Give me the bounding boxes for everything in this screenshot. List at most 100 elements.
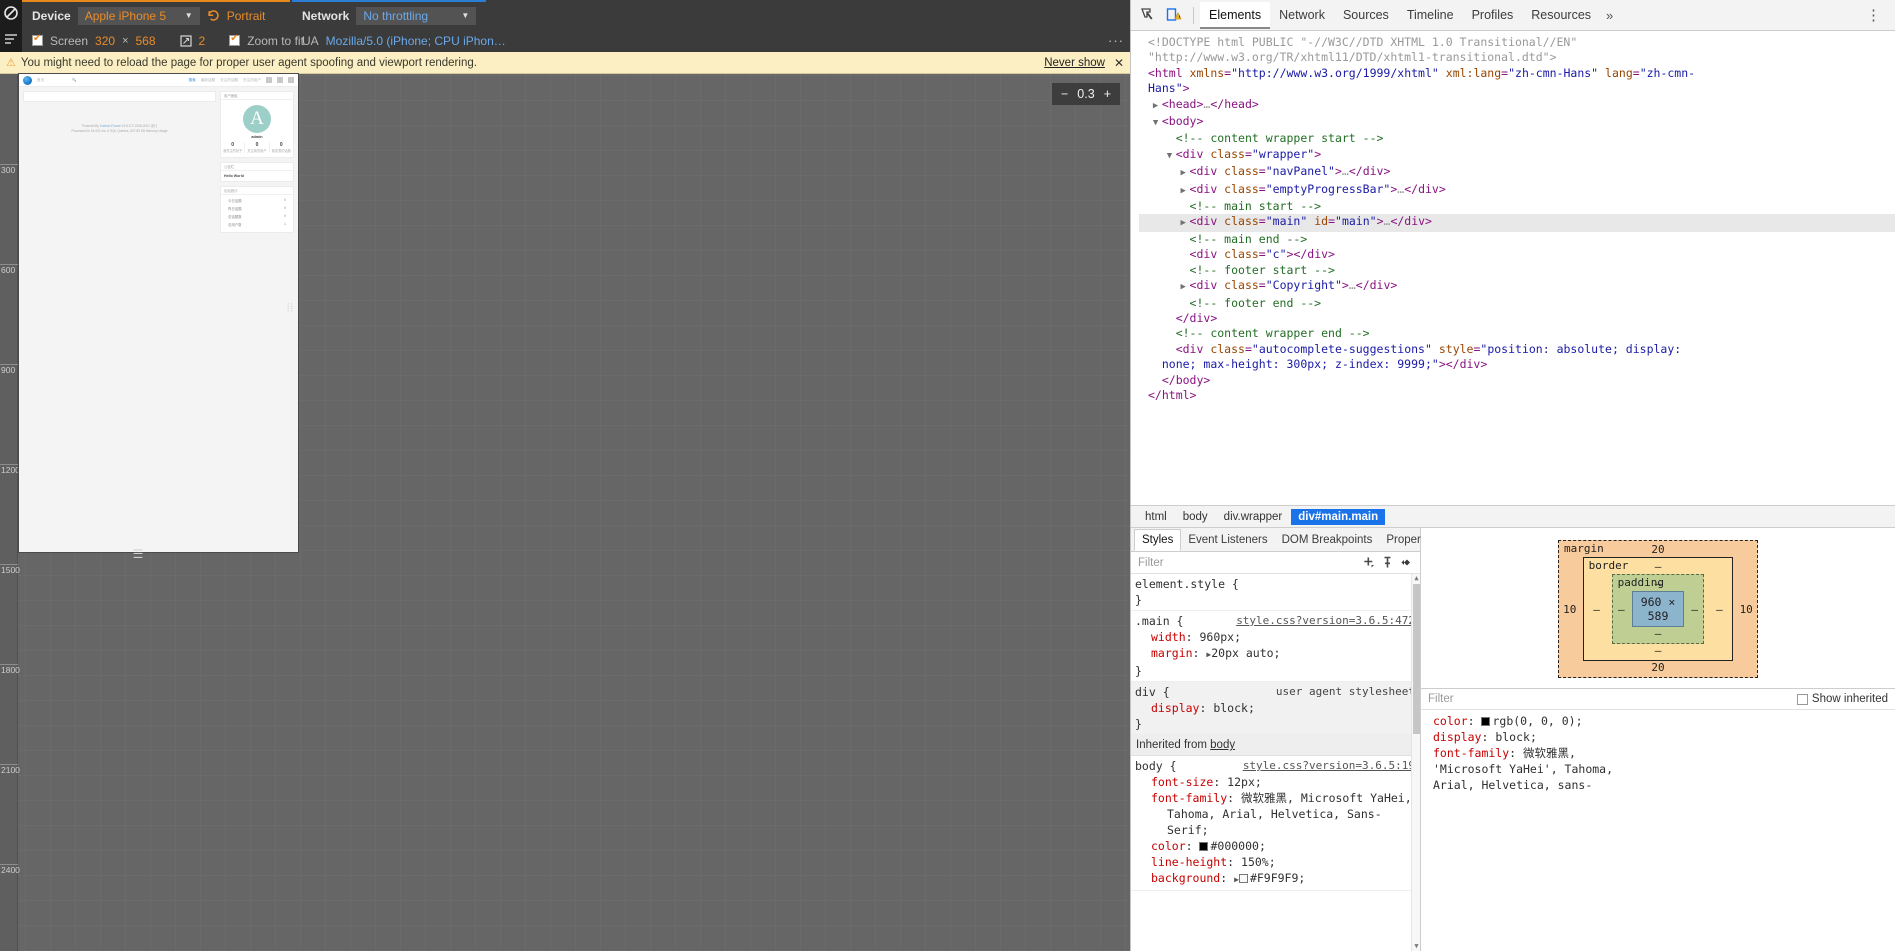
dom-node-line[interactable]: <!-- content wrapper start -->: [1139, 131, 1895, 146]
expand-triangle-icon[interactable]: ▼: [1167, 149, 1176, 164]
nav-item-3[interactable]: 最新话题: [201, 78, 215, 83]
zoom-out-button[interactable]: −: [1061, 87, 1068, 101]
grid-icon[interactable]: [266, 77, 272, 83]
color-swatch[interactable]: [1481, 717, 1491, 726]
dom-node-line[interactable]: <html xmlns="http://www.w3.org/1999/xhtm…: [1139, 66, 1895, 81]
css-declaration[interactable]: font-size: 12px;: [1135, 774, 1420, 790]
breadcrumb-item-1[interactable]: body: [1176, 509, 1215, 525]
dom-node-line[interactable]: ▶ <head>…</head>: [1139, 97, 1895, 114]
search-icon[interactable]: 🔍: [72, 78, 76, 82]
css-source-link[interactable]: style.css?version=3.6.5:19: [1243, 758, 1415, 774]
screen-height-input[interactable]: 568: [136, 34, 156, 48]
tab-dom-breakpoints[interactable]: DOM Breakpoints: [1275, 530, 1380, 550]
tab-profiles[interactable]: Profiles: [1463, 2, 1523, 29]
tab-sources[interactable]: Sources: [1334, 2, 1398, 29]
box-content-size[interactable]: 960 × 589: [1632, 591, 1684, 627]
box-border-right[interactable]: –: [1708, 603, 1730, 616]
screen-width-input[interactable]: 320: [95, 34, 115, 48]
dom-node-line[interactable]: ▶ <div class="main" id="main">…</div>: [1139, 214, 1895, 232]
box-border-bottom[interactable]: –: [1586, 644, 1731, 658]
dom-node-line[interactable]: Hans">: [1139, 81, 1895, 96]
dom-node-line[interactable]: <!-- content wrapper end -->: [1139, 326, 1895, 341]
stat-item[interactable]: 0 我关注的帖子: [221, 142, 246, 153]
css-declaration[interactable]: font-family: 微软雅黑, Microsoft YaHei,;: [1135, 790, 1420, 806]
css-declaration[interactable]: color: #000000;: [1135, 838, 1420, 854]
expand-triangle-icon[interactable]: ▶: [1181, 280, 1190, 295]
device-toolbar-icon[interactable]: [1163, 4, 1185, 26]
tab-elements[interactable]: Elements: [1200, 1, 1271, 29]
dom-node-line[interactable]: <div class="c"></div>: [1139, 247, 1895, 262]
box-margin-bottom[interactable]: 20: [1561, 661, 1755, 675]
username[interactable]: admin: [221, 135, 293, 139]
dom-node-line[interactable]: <!DOCTYPE html PUBLIC "-//W3C//DTD XHTML…: [1139, 35, 1895, 50]
computed-filter-input[interactable]: [1428, 693, 1791, 705]
tab-event-listeners[interactable]: Event Listeners: [1181, 530, 1274, 550]
styles-filter-input[interactable]: [1138, 556, 1356, 569]
dom-node-line[interactable]: <div class="autocomplete-suggestions" st…: [1139, 342, 1895, 357]
nav-item-2[interactable]: 搜索: [189, 78, 196, 83]
dom-tree[interactable]: <!DOCTYPE html PUBLIC "-//W3C//DTD XHTML…: [1131, 31, 1895, 505]
devtools-menu-icon[interactable]: ⋮: [1857, 6, 1891, 24]
tab-timeline[interactable]: Timeline: [1398, 2, 1463, 29]
css-source-link[interactable]: user agent stylesheet: [1276, 684, 1415, 700]
tabs-overflow-icon[interactable]: »: [1600, 2, 1619, 29]
pin-icon[interactable]: [1381, 556, 1394, 569]
stat-item[interactable]: 0 我发表的话题: [270, 142, 293, 153]
dom-node-line[interactable]: </div>: [1139, 311, 1895, 326]
emulated-device-frame[interactable]: 首页 🔍 搜索 最新话题 关注的话题 关注的用户 Powered By Carb…: [19, 74, 298, 552]
css-rules-list[interactable]: element.style {} .main {style.css?version…: [1131, 574, 1420, 951]
dom-node-line[interactable]: ▶ <div class="emptyProgressBar">…</div>: [1139, 182, 1895, 199]
dom-node-line[interactable]: </body>: [1139, 373, 1895, 388]
css-declaration[interactable]: background: ▶ #F9F9F9;: [1135, 870, 1420, 888]
expand-triangle-icon[interactable]: ▶: [1181, 184, 1190, 199]
avatar[interactable]: A: [243, 105, 271, 133]
footer-link[interactable]: Carbon Forum: [100, 124, 121, 128]
nav-item-4[interactable]: 关注的话题: [220, 78, 238, 83]
expand-triangle-icon[interactable]: ▶: [1181, 216, 1190, 231]
screen-size-checkbox[interactable]: [32, 33, 43, 46]
box-padding-left[interactable]: –: [1615, 603, 1628, 616]
emulation-options-icon[interactable]: [4, 32, 18, 46]
nav-item-5[interactable]: 关注的用户: [243, 78, 261, 83]
box-border-left[interactable]: –: [1586, 603, 1608, 616]
stat-item[interactable]: 0 关注我的用户: [245, 142, 270, 153]
box-padding-right[interactable]: –: [1688, 603, 1701, 616]
dom-node-line[interactable]: <!-- main end -->: [1139, 232, 1895, 247]
user-agent-value[interactable]: Mozilla/5.0 (iPhone; CPU iPhon…: [326, 34, 506, 48]
nav-item-0[interactable]: 首页: [37, 78, 44, 83]
css-declaration[interactable]: line-height: 150%;: [1135, 854, 1420, 870]
bell-icon[interactable]: [277, 77, 283, 83]
gear-icon[interactable]: [288, 77, 294, 83]
tab-network[interactable]: Network: [1270, 2, 1334, 29]
color-swatch[interactable]: [1199, 842, 1209, 851]
dom-node-line[interactable]: ▶ <div class="Copyright">…</div>: [1139, 278, 1895, 295]
inherited-from-link[interactable]: body: [1210, 739, 1235, 751]
css-rule[interactable]: .main {style.css?version=3.6.5:472 width:…: [1131, 611, 1420, 682]
resize-handle-bottom[interactable]: ☰: [125, 548, 151, 560]
device-select[interactable]: Apple iPhone 5 ▼: [77, 6, 200, 25]
box-padding-bottom[interactable]: –: [1615, 627, 1702, 641]
dom-node-line[interactable]: "http://www.w3.org/TR/xhtml11/DTD/xhtml1…: [1139, 50, 1895, 65]
tab-styles[interactable]: Styles: [1134, 529, 1182, 551]
never-show-link[interactable]: Never show: [1044, 57, 1105, 69]
no-emulation-icon[interactable]: [4, 6, 18, 20]
device-pixel-ratio-input[interactable]: 2: [199, 34, 206, 48]
zoom-to-fit-checkbox[interactable]: [229, 33, 241, 46]
css-rule[interactable]: div {user agent stylesheet display: block…: [1131, 682, 1420, 735]
color-swatch[interactable]: [1238, 874, 1248, 883]
tab-resources[interactable]: Resources: [1522, 2, 1600, 29]
close-icon[interactable]: ✕: [1114, 56, 1124, 70]
box-margin-left[interactable]: 10: [1561, 603, 1579, 616]
expand-triangle-icon[interactable]: ▼: [1153, 116, 1162, 131]
breadcrumb-item-0[interactable]: html: [1138, 509, 1174, 525]
css-selector[interactable]: div {: [1135, 685, 1170, 699]
dom-node-line[interactable]: ▶ <div class="navPanel">…</div>: [1139, 164, 1895, 181]
dom-node-line[interactable]: <!-- main start -->: [1139, 199, 1895, 214]
expand-triangle-icon[interactable]: ▶: [1153, 99, 1162, 114]
inspect-element-icon[interactable]: [1137, 4, 1159, 26]
orientation-value[interactable]: Portrait: [227, 9, 266, 23]
css-selector[interactable]: element.style {: [1135, 577, 1239, 591]
rotate-icon[interactable]: [207, 9, 220, 22]
site-logo-icon[interactable]: [23, 75, 32, 85]
expand-triangle-icon[interactable]: ▶: [1181, 166, 1190, 181]
